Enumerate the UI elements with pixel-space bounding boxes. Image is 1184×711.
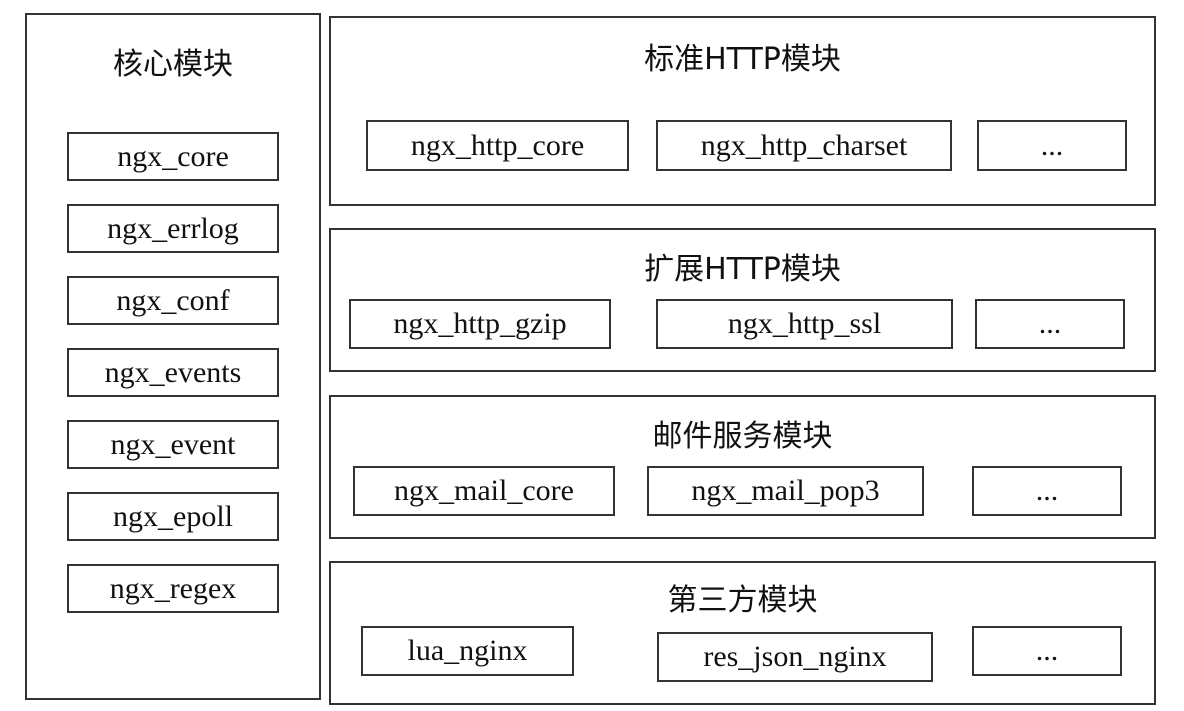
module-label: ngx_mail_pop3 bbox=[691, 474, 880, 507]
module-label: ngx_core bbox=[117, 139, 229, 173]
module-ngx-errlog: ngx_errlog bbox=[67, 204, 279, 253]
module-more: ... bbox=[977, 120, 1127, 171]
module-label: ngx_errlog bbox=[107, 211, 239, 245]
module-ngx-mail-pop3: ngx_mail_pop3 bbox=[647, 466, 924, 516]
module-ngx-http-gzip: ngx_http_gzip bbox=[349, 299, 611, 349]
module-label: ngx_http_ssl bbox=[727, 307, 882, 340]
module-label: ngx_conf bbox=[116, 283, 230, 317]
module-more: ... bbox=[975, 299, 1125, 349]
module-label: ngx_http_charset bbox=[700, 128, 908, 162]
module-ngx-event: ngx_event bbox=[67, 420, 279, 469]
module-label: ngx_events bbox=[104, 355, 242, 389]
module-ngx-core: ngx_core bbox=[67, 132, 279, 181]
module-label: ngx_http_core bbox=[410, 128, 585, 162]
module-ngx-http-charset: ngx_http_charset bbox=[656, 120, 952, 171]
module-label: res_json_nginx bbox=[703, 640, 887, 673]
module-label: ... bbox=[1035, 634, 1059, 667]
group-title: 扩展HTTP模块 bbox=[644, 252, 841, 287]
module-label: lua_nginx bbox=[407, 634, 528, 667]
group-title: 第三方模块 bbox=[667, 583, 818, 618]
group-title: 邮件服务模块 bbox=[652, 419, 833, 454]
module-label: ... bbox=[1038, 307, 1062, 340]
module-ngx-http-ssl: ngx_http_ssl bbox=[656, 299, 953, 349]
module-ngx-events: ngx_events bbox=[67, 348, 279, 397]
module-more: ... bbox=[972, 626, 1122, 676]
module-lua-nginx: lua_nginx bbox=[361, 626, 574, 676]
module-ngx-conf: ngx_conf bbox=[67, 276, 279, 325]
module-label: ... bbox=[1040, 128, 1064, 162]
module-label: ... bbox=[1035, 474, 1059, 507]
module-label: ngx_event bbox=[110, 427, 236, 461]
core-modules-panel: 核心模块 ngx_core ngx_errlog ngx_conf ngx_ev… bbox=[25, 13, 321, 700]
module-ngx-http-core: ngx_http_core bbox=[366, 120, 629, 171]
module-label: ngx_mail_core bbox=[394, 474, 574, 507]
module-ngx-regex: ngx_regex bbox=[67, 564, 279, 613]
mail-service-modules-panel: 邮件服务模块 ngx_mail_core ngx_mail_pop3 ... bbox=[329, 395, 1156, 539]
module-label: ngx_http_gzip bbox=[393, 307, 567, 340]
group-title: 标准HTTP模块 bbox=[644, 42, 841, 77]
module-more: ... bbox=[972, 466, 1122, 516]
module-label: ngx_regex bbox=[109, 571, 237, 605]
third-party-modules-panel: 第三方模块 lua_nginx res_json_nginx ... bbox=[329, 561, 1156, 705]
module-ngx-epoll: ngx_epoll bbox=[67, 492, 279, 541]
core-modules-title: 核心模块 bbox=[113, 47, 233, 82]
module-ngx-mail-core: ngx_mail_core bbox=[353, 466, 615, 516]
module-label: ngx_epoll bbox=[113, 499, 233, 533]
module-res-json-nginx: res_json_nginx bbox=[657, 632, 933, 682]
standard-http-modules-panel: 标准HTTP模块 ngx_http_core ngx_http_charset … bbox=[329, 16, 1156, 206]
extended-http-modules-panel: 扩展HTTP模块 ngx_http_gzip ngx_http_ssl ... bbox=[329, 228, 1156, 372]
